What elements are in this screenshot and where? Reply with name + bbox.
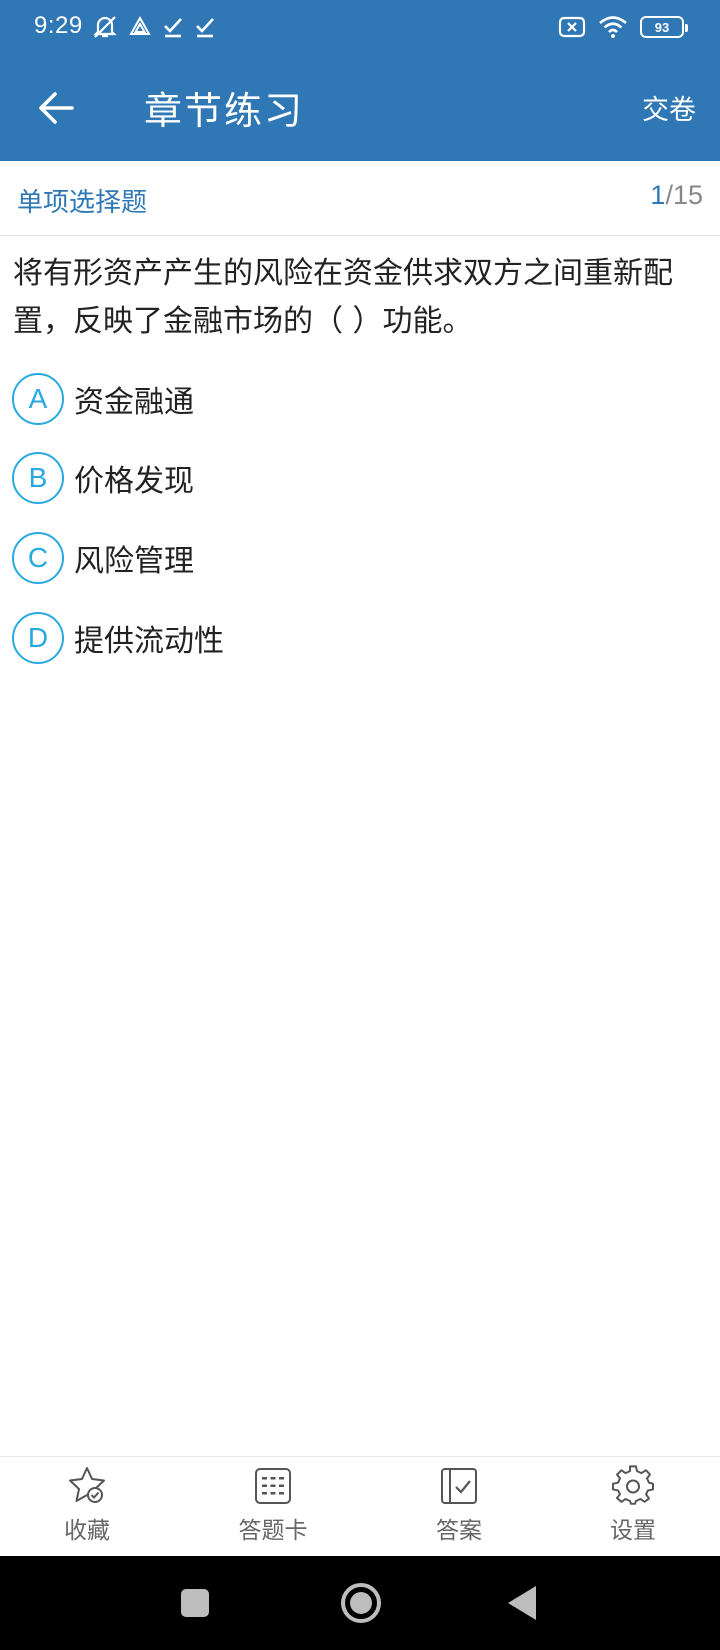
section-header: 单项选择题 1/15 (0, 161, 720, 236)
question-text: 将有形资产产生的风险在资金供求双方之间重新配置，反映了金融市场的（ ）功能。 (13, 256, 673, 339)
status-icons-right: 93 (558, 14, 688, 40)
option-text: 提供流动性 (74, 624, 224, 659)
drive-icon (129, 15, 151, 35)
home-button[interactable] (341, 1583, 381, 1623)
bottom-nav: 收藏 答题卡 答案 设置 (0, 1456, 720, 1556)
option-a[interactable]: A 资金融通 (12, 372, 194, 426)
system-back-button[interactable] (508, 1586, 536, 1620)
status-bar: 9:29 93 (0, 0, 720, 54)
option-b[interactable]: B 价格发现 (12, 451, 194, 505)
system-nav-bar (0, 1556, 720, 1650)
option-d[interactable]: D 提供流动性 (12, 611, 224, 665)
battery-icon: 93 (640, 16, 688, 38)
check-icon (196, 18, 214, 38)
option-letter: A (12, 373, 64, 425)
option-letter: C (12, 532, 64, 584)
mute-icon (93, 16, 117, 38)
option-text: 价格发现 (74, 464, 194, 499)
answer-sheet-icon (255, 1468, 291, 1504)
top-bar: 9:29 93 章节练习 交卷 (0, 0, 720, 161)
status-icons-left (92, 14, 216, 40)
nav-label: 设置 (610, 1518, 656, 1544)
battery-level: 93 (654, 19, 670, 35)
back-button[interactable] (28, 80, 84, 136)
option-letter: B (12, 452, 64, 504)
option-text: 风险管理 (74, 544, 194, 579)
current-question-number: 1 (650, 180, 666, 210)
nav-label: 答案 (436, 1518, 482, 1544)
arrow-left-icon (39, 92, 74, 124)
total-questions: /15 (665, 180, 703, 210)
nav-answer[interactable]: 答案 (389, 1465, 529, 1555)
nav-favorite[interactable]: 收藏 (17, 1465, 157, 1555)
page-title: 章节练习 (144, 89, 305, 133)
recent-apps-button[interactable] (181, 1589, 209, 1617)
home-dot (350, 1592, 372, 1614)
nav-label: 答题卡 (238, 1518, 308, 1544)
wifi-icon (599, 16, 627, 38)
option-c[interactable]: C 风险管理 (12, 531, 194, 585)
answer-book-icon (441, 1468, 477, 1504)
check-icon (164, 18, 182, 38)
star-check-icon (69, 1467, 105, 1503)
option-text: 资金融通 (74, 385, 194, 420)
data-off-icon (558, 16, 586, 38)
question-type-label: 单项选择题 (17, 188, 148, 218)
nav-settings[interactable]: 设置 (563, 1465, 703, 1555)
question-progress: 1/15 (650, 180, 703, 211)
option-letter: D (12, 612, 64, 664)
status-time: 9:29 (34, 12, 83, 39)
submit-button[interactable]: 交卷 (642, 88, 696, 127)
gear-icon (612, 1465, 654, 1505)
nav-answer-sheet[interactable]: 答题卡 (203, 1465, 343, 1555)
nav-label: 收藏 (64, 1518, 110, 1544)
app-bar: 章节练习 交卷 (0, 54, 720, 161)
